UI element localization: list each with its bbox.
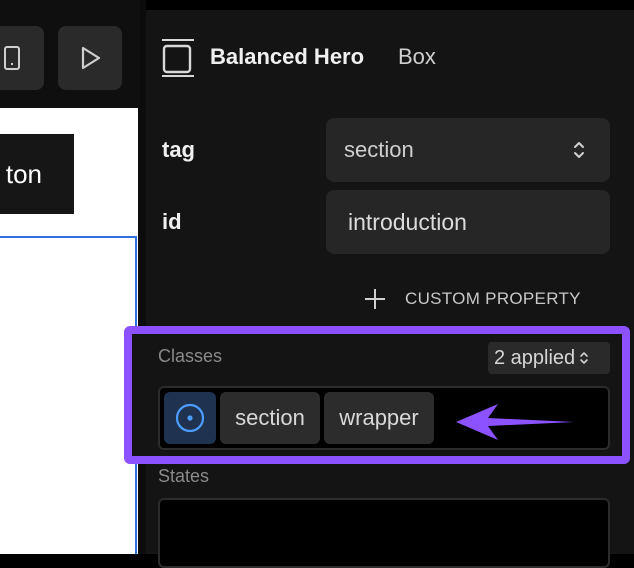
class-chip-section[interactable]: section [220, 392, 320, 444]
local-style-chip[interactable] [164, 392, 216, 444]
canvas-area: ton [0, 0, 146, 554]
plus-icon [365, 289, 385, 309]
id-input[interactable]: introduction [326, 190, 610, 254]
tag-select[interactable]: section [326, 118, 610, 182]
selected-element-outline [0, 236, 137, 554]
box-component-icon [162, 39, 194, 77]
settings-panel [146, 10, 634, 554]
mobile-device-icon [4, 46, 20, 70]
device-toggle-button[interactable] [0, 26, 44, 90]
preview-play-button[interactable] [58, 26, 122, 90]
add-custom-property-button[interactable]: CUSTOM PROPERTY [362, 284, 581, 314]
states-input-box[interactable] [158, 498, 610, 568]
custom-property-label: CUSTOM PROPERTY [405, 289, 581, 308]
play-icon [81, 46, 101, 70]
chevron-up-down-icon [574, 142, 584, 158]
classes-label: Classes [158, 346, 223, 366]
classes-applied-count: 2 applied [494, 346, 576, 369]
canvas-button-text: ton [5, 159, 42, 189]
states-label: States [158, 466, 210, 486]
component-type: Box [398, 44, 436, 69]
class-chip-wrapper[interactable]: wrapper [324, 392, 434, 444]
id-label: id [162, 209, 182, 234]
canvas-preview[interactable]: ton [0, 108, 138, 554]
chevron-up-down-icon [580, 352, 588, 364]
tag-select-value: section [344, 137, 414, 162]
canvas-button-element[interactable]: ton [0, 134, 74, 214]
preview-toolbar [0, 0, 140, 108]
classes-applied-dropdown[interactable]: 2 applied [488, 342, 610, 374]
component-name: Balanced Hero [210, 44, 365, 69]
id-input-value: introduction [348, 209, 467, 235]
tag-label: tag [162, 137, 195, 162]
target-circle-icon [175, 403, 205, 433]
annotation-arrow-icon [456, 404, 574, 440]
